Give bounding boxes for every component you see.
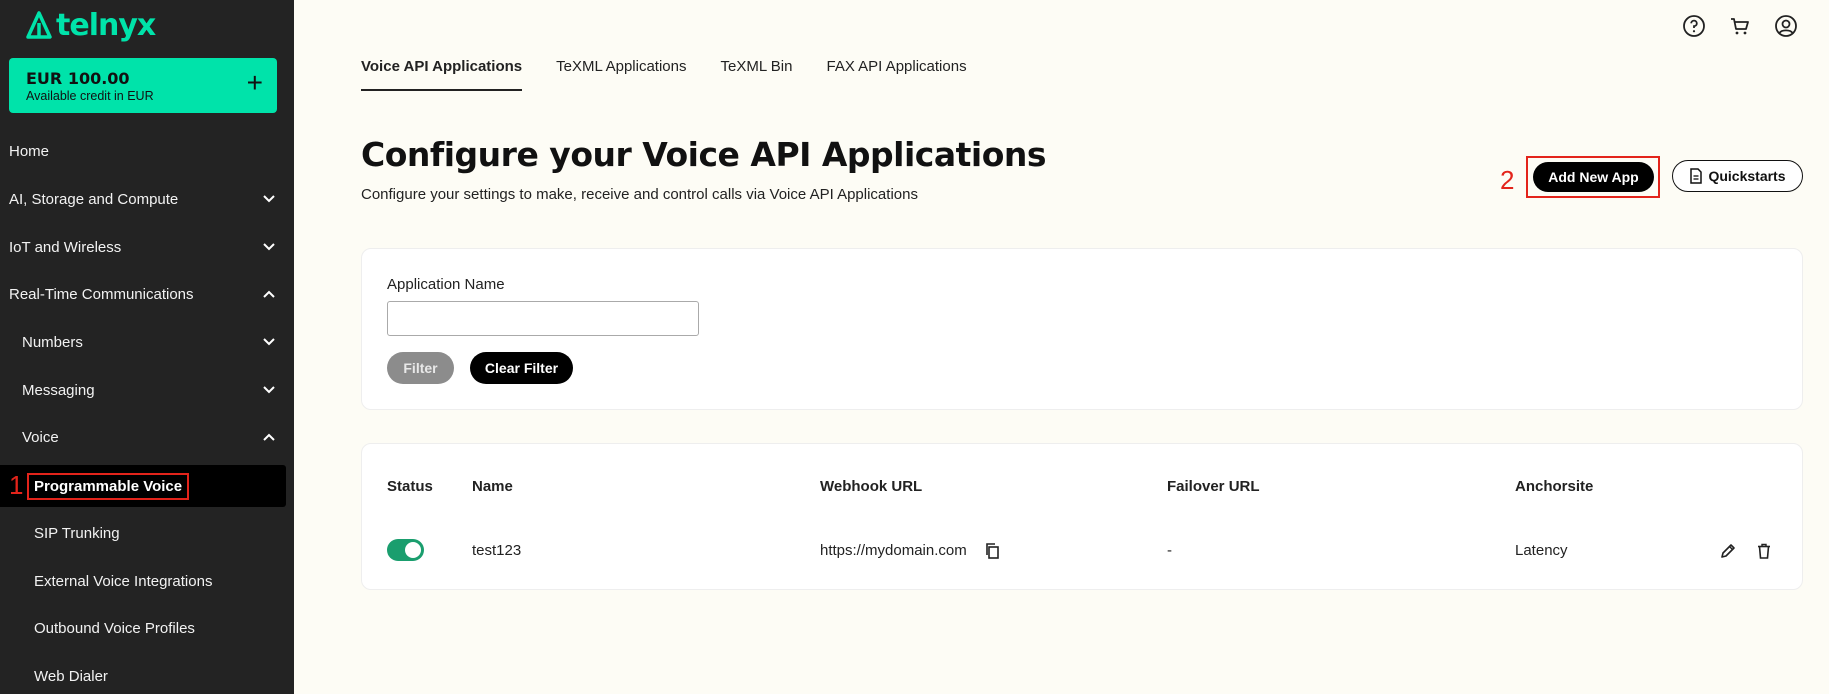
column-header-webhook-url: Webhook URL [820, 478, 923, 495]
sidebar-item-label: AI, Storage and Compute [9, 190, 179, 208]
webhook-url-cell: https://mydomain.com [820, 542, 967, 559]
delete-trash-icon[interactable] [1755, 542, 1773, 560]
chevron-down-icon [263, 338, 275, 346]
column-header-name: Name [472, 478, 513, 495]
sidebar-item-sip-trunking[interactable]: SIP Trunking [0, 514, 286, 552]
toggle-knob [405, 542, 421, 558]
chevron-down-icon [263, 195, 275, 203]
quickstarts-button[interactable]: Quickstarts [1672, 160, 1803, 192]
telnyx-logo[interactable]: telnyx [26, 7, 156, 43]
filter-card: Application Name Filter Clear Filter [361, 248, 1803, 410]
telnyx-logo-icon [26, 11, 52, 39]
chevron-up-icon [263, 433, 275, 441]
credit-amount: EUR 100.00 [26, 69, 130, 88]
tab-fax-api-applications[interactable]: FAX API Applications [826, 58, 966, 91]
step-number-2: 2 [1500, 165, 1515, 195]
sidebar-item-external-voice-integrations[interactable]: External Voice Integrations [0, 562, 286, 600]
sidebar-item-label: Voice [22, 428, 59, 446]
account-icon[interactable] [1774, 14, 1798, 38]
credit-subtitle: Available credit in EUR [26, 89, 154, 103]
tab-texml-bin[interactable]: TeXML Bin [721, 58, 793, 91]
column-header-anchorsite: Anchorsite [1515, 478, 1594, 495]
sidebar-item-label: Outbound Voice Profiles [34, 619, 195, 637]
sidebar-item-web-dialer[interactable]: Web Dialer [0, 657, 286, 694]
page-title: Configure your Voice API Applications [361, 135, 1047, 174]
chevron-up-icon [263, 290, 275, 298]
add-new-app-button[interactable]: Add New App [1533, 162, 1654, 192]
clear-filter-button[interactable]: Clear Filter [470, 352, 573, 384]
sidebar-item-label: Messaging [22, 381, 95, 399]
step-number-1: 1 [9, 470, 24, 500]
edit-pencil-icon[interactable] [1719, 542, 1737, 560]
sidebar-item-label: Real-Time Communications [9, 285, 194, 303]
chevron-down-icon [263, 386, 275, 394]
applications-table: Status Name Webhook URL Failover URL Anc… [361, 443, 1803, 590]
app-name-cell: test123 [472, 542, 522, 559]
sidebar-item-label: IoT and Wireless [9, 238, 122, 256]
application-tabs: Voice API Applications TeXML Application… [361, 58, 1001, 91]
sidebar-item-iot-wireless[interactable]: IoT and Wireless [0, 228, 286, 266]
add-new-app-highlight: Add New App [1526, 156, 1660, 198]
application-name-label: Application Name [387, 276, 505, 293]
column-header-failover-url: Failover URL [1167, 478, 1260, 495]
tab-voice-api-applications[interactable]: Voice API Applications [361, 58, 523, 91]
filter-button[interactable]: Filter [387, 352, 454, 384]
sidebar-item-programmable-voice[interactable]: Programmable Voice [0, 465, 286, 507]
sidebar-item-messaging[interactable]: Messaging [0, 371, 286, 409]
page-subtitle: Configure your settings to make, receive… [361, 186, 918, 203]
sidebar-item-label: Home [9, 142, 50, 160]
cart-icon[interactable] [1728, 14, 1752, 38]
anchorsite-cell: Latency [1515, 542, 1568, 559]
add-credit-plus-icon[interactable]: + [247, 68, 263, 98]
sidebar-item-label: Numbers [22, 333, 83, 351]
copy-icon[interactable] [984, 542, 1002, 560]
sidebar-item-numbers[interactable]: Numbers [0, 323, 286, 361]
tab-texml-applications[interactable]: TeXML Applications [556, 58, 686, 91]
quickstarts-label: Quickstarts [1708, 168, 1786, 184]
sidebar-item-outbound-voice-profiles[interactable]: Outbound Voice Profiles [0, 609, 286, 647]
credit-balance-card[interactable]: EUR 100.00 Available credit in EUR + [9, 58, 277, 113]
help-icon[interactable] [1682, 14, 1706, 38]
logo-text: telnyx [56, 7, 156, 43]
status-toggle[interactable] [387, 539, 424, 561]
failover-url-cell: - [1167, 542, 1172, 559]
document-icon [1690, 168, 1703, 184]
application-name-input[interactable] [387, 301, 699, 336]
sidebar-item-label: External Voice Integrations [34, 572, 213, 590]
chevron-down-icon [263, 243, 275, 251]
sidebar-item-label: Web Dialer [34, 667, 108, 685]
sidebar: telnyx EUR 100.00 Available credit in EU… [0, 0, 294, 694]
sidebar-item-home[interactable]: Home [0, 132, 286, 170]
column-header-status: Status [387, 478, 433, 495]
sidebar-item-real-time-communications[interactable]: Real-Time Communications [0, 275, 286, 313]
sidebar-item-label: Programmable Voice [27, 472, 190, 500]
sidebar-item-label: SIP Trunking [34, 524, 120, 542]
sidebar-item-voice[interactable]: Voice [0, 418, 286, 456]
sidebar-item-ai-storage-compute[interactable]: AI, Storage and Compute [0, 180, 286, 218]
